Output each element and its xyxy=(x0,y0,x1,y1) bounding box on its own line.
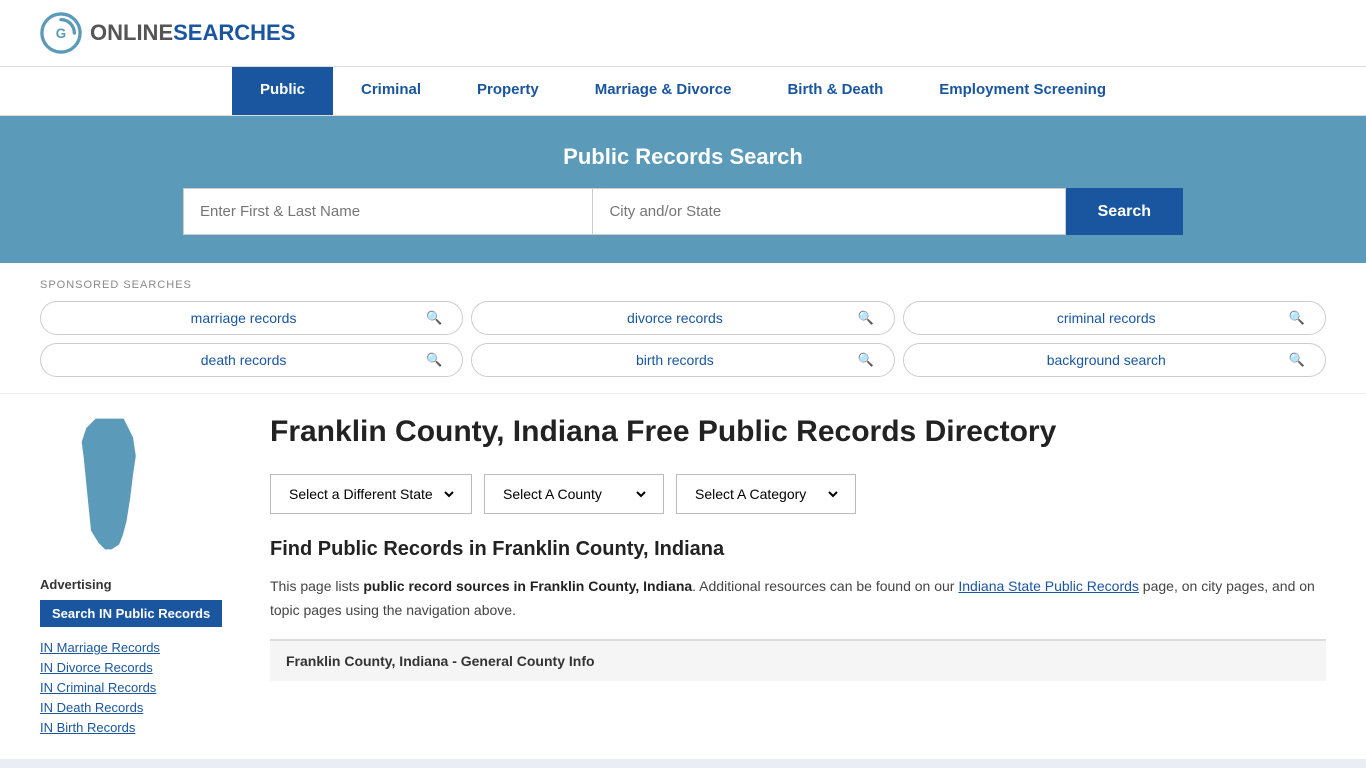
sponsored-divorce-text: divorce records xyxy=(492,310,857,326)
sidebar-link-death[interactable]: IN Death Records xyxy=(40,700,143,715)
main-content: Franklin County, Indiana Free Public Rec… xyxy=(270,414,1326,739)
sponsored-birth-text: birth records xyxy=(492,352,857,368)
indiana-map-svg xyxy=(40,414,170,554)
nav-public[interactable]: Public xyxy=(232,67,333,115)
dropdowns-row: Select a Different State Select A County… xyxy=(270,474,1326,514)
search-hero: Public Records Search Search xyxy=(0,116,1366,263)
find-records-title: Find Public Records in Franklin County, … xyxy=(270,538,1326,561)
search-icon-birth: 🔍 xyxy=(857,352,873,368)
nav-property[interactable]: Property xyxy=(449,67,567,115)
county-dropdown-container[interactable]: Select A County xyxy=(484,474,664,514)
content-layout: Advertising Search IN Public Records IN … xyxy=(0,394,1366,759)
description-text: This page lists public record sources in… xyxy=(270,575,1326,623)
sponsored-criminal[interactable]: criminal records 🔍 xyxy=(903,301,1326,335)
sidebar-links: IN Marriage Records IN Divorce Records I… xyxy=(40,639,240,735)
search-location-input[interactable] xyxy=(592,188,1065,235)
main-container: SPONSORED SEARCHES marriage records 🔍 di… xyxy=(0,263,1366,759)
sponsored-death-text: death records xyxy=(61,352,426,368)
sidebar: Advertising Search IN Public Records IN … xyxy=(40,414,240,739)
sponsored-background-text: background search xyxy=(924,352,1289,368)
search-icon-marriage: 🔍 xyxy=(426,310,442,326)
nav-marriage-divorce[interactable]: Marriage & Divorce xyxy=(567,67,760,115)
main-nav: Public Criminal Property Marriage & Divo… xyxy=(0,67,1366,116)
page-title: Franklin County, Indiana Free Public Rec… xyxy=(270,414,1326,450)
indiana-records-link[interactable]: Indiana State Public Records xyxy=(958,578,1139,594)
search-icon-death: 🔍 xyxy=(426,352,442,368)
sidebar-link-marriage[interactable]: IN Marriage Records xyxy=(40,640,160,655)
svg-text:G: G xyxy=(56,26,66,41)
description-before: This page lists xyxy=(270,578,363,594)
search-icon-divorce: 🔍 xyxy=(857,310,873,326)
sponsored-label: SPONSORED SEARCHES xyxy=(40,279,1326,291)
county-dropdown[interactable]: Select A County xyxy=(499,485,649,503)
state-dropdown-container[interactable]: Select a Different State xyxy=(270,474,472,514)
search-icon-background: 🔍 xyxy=(1289,352,1305,368)
sponsored-marriage-text: marriage records xyxy=(61,310,426,326)
site-header: G ONLINESEARCHES xyxy=(0,0,1366,67)
nav-birth-death[interactable]: Birth & Death xyxy=(759,67,911,115)
sponsored-criminal-text: criminal records xyxy=(924,310,1289,326)
sponsored-divorce[interactable]: divorce records 🔍 xyxy=(471,301,894,335)
sidebar-link-criminal[interactable]: IN Criminal Records xyxy=(40,680,156,695)
sponsored-section: SPONSORED SEARCHES marriage records 🔍 di… xyxy=(0,263,1366,394)
search-hero-title: Public Records Search xyxy=(40,144,1326,170)
search-name-input[interactable] xyxy=(183,188,592,235)
nav-criminal[interactable]: Criminal xyxy=(333,67,449,115)
search-form: Search xyxy=(183,188,1183,235)
advertising-label: Advertising xyxy=(40,577,240,592)
logo-text: ONLINESEARCHES xyxy=(90,20,295,46)
sidebar-link-birth[interactable]: IN Birth Records xyxy=(40,720,135,735)
description-bold: public record sources in Franklin County… xyxy=(363,578,692,594)
logo-icon: G xyxy=(40,12,82,54)
state-map xyxy=(40,414,240,557)
category-dropdown-container[interactable]: Select A Category xyxy=(676,474,856,514)
search-icon-criminal: 🔍 xyxy=(1289,310,1305,326)
sponsored-death[interactable]: death records 🔍 xyxy=(40,343,463,377)
sponsored-grid: marriage records 🔍 divorce records 🔍 cri… xyxy=(40,301,1326,377)
sponsored-birth[interactable]: birth records 🔍 xyxy=(471,343,894,377)
sponsored-marriage[interactable]: marriage records 🔍 xyxy=(40,301,463,335)
category-dropdown[interactable]: Select A Category xyxy=(691,485,841,503)
search-button[interactable]: Search xyxy=(1066,188,1183,235)
description-after: . Additional resources can be found on o… xyxy=(692,578,958,594)
general-info-bar: Franklin County, Indiana - General Count… xyxy=(270,639,1326,681)
state-dropdown[interactable]: Select a Different State xyxy=(285,485,457,503)
sidebar-link-divorce[interactable]: IN Divorce Records xyxy=(40,660,153,675)
logo[interactable]: G ONLINESEARCHES xyxy=(40,12,295,54)
sponsored-background[interactable]: background search 🔍 xyxy=(903,343,1326,377)
nav-employment[interactable]: Employment Screening xyxy=(911,67,1134,115)
sidebar-ad-button[interactable]: Search IN Public Records xyxy=(40,600,222,627)
